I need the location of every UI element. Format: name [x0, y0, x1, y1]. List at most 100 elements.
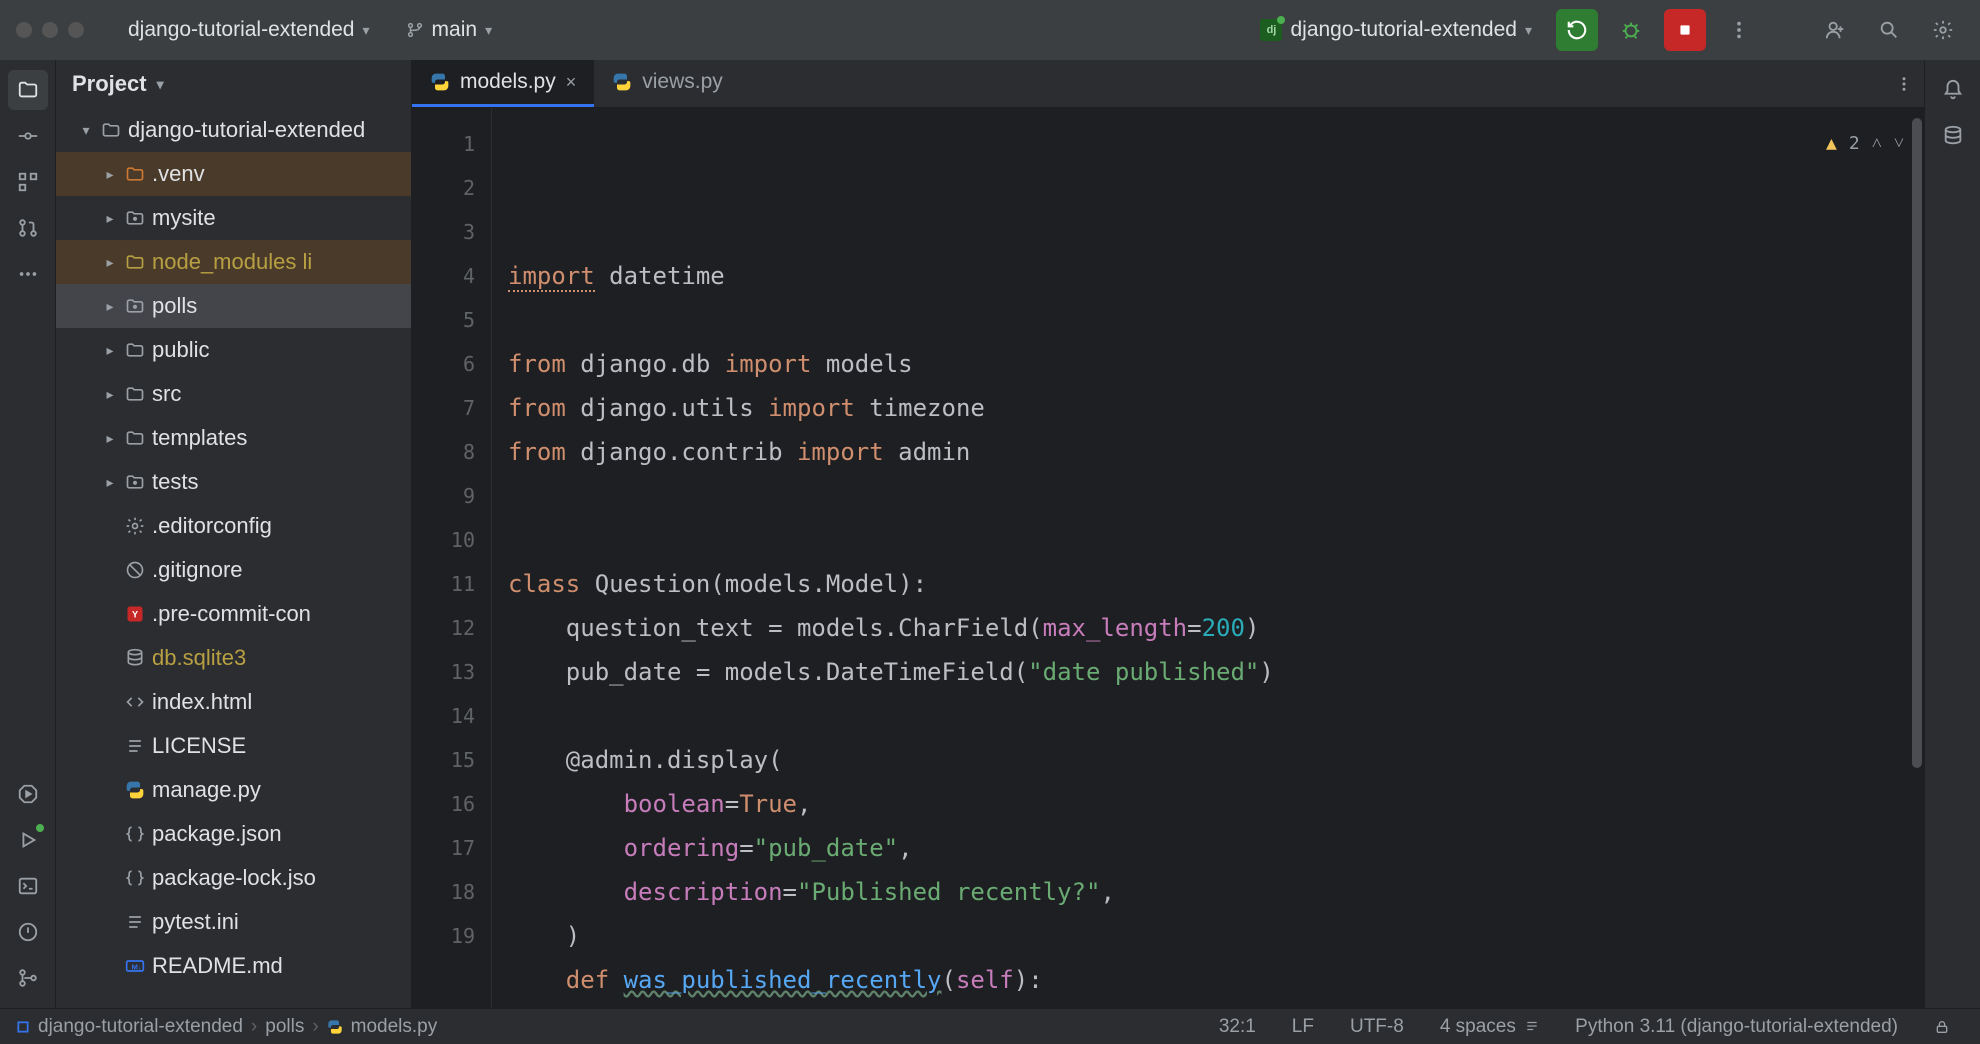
maximize-window-icon[interactable]: [68, 22, 84, 38]
editor-tab[interactable]: models.py×: [412, 60, 594, 107]
python-interpreter[interactable]: Python 3.11 (django-tutorial-extended): [1561, 1016, 1912, 1038]
tree-item[interactable]: ▸src: [56, 372, 411, 416]
tree-item[interactable]: ▸polls: [56, 284, 411, 328]
tree-item[interactable]: pytest.ini: [56, 900, 411, 944]
tree-item[interactable]: ▾django-tutorial-extended: [56, 108, 411, 152]
read-only-toggle[interactable]: [1920, 1019, 1964, 1035]
run-tool-button[interactable]: [8, 820, 48, 860]
project-tool-button[interactable]: [8, 70, 48, 110]
gutter[interactable]: 12345678910111213141516171819: [412, 108, 492, 1008]
code-line[interactable]: question_text = models.CharField(max_len…: [508, 606, 1924, 650]
tree-item[interactable]: package.json: [56, 812, 411, 856]
tree-item[interactable]: ▸mysite: [56, 196, 411, 240]
code-line[interactable]: def was_published_recently(self):: [508, 958, 1924, 1002]
code-line[interactable]: import datetime: [508, 254, 1924, 298]
chevron-down-icon[interactable]: ˅: [1894, 122, 1904, 166]
line-number[interactable]: 16: [412, 782, 491, 826]
line-number[interactable]: 13: [412, 650, 491, 694]
code-area[interactable]: ▲ 2 ˄ ˅ import datetimefrom django.db im…: [492, 108, 1924, 1008]
minimize-window-icon[interactable]: [42, 22, 58, 38]
code-line[interactable]: ordering="pub_date",: [508, 826, 1924, 870]
tree-item[interactable]: ▸node_modules li: [56, 240, 411, 284]
line-separator[interactable]: LF: [1278, 1016, 1328, 1038]
chevron-right-icon[interactable]: ▸: [102, 166, 118, 183]
scrollbar[interactable]: [1910, 108, 1924, 928]
code-line[interactable]: class Question(models.Model):: [508, 562, 1924, 606]
chevron-down-icon[interactable]: ▾: [78, 122, 94, 139]
code-line[interactable]: pub_date = models.DateTimeField("date pu…: [508, 650, 1924, 694]
chevron-right-icon[interactable]: ▸: [102, 254, 118, 271]
tree-item[interactable]: db.sqlite3: [56, 636, 411, 680]
breadcrumb-folder[interactable]: polls: [265, 1016, 304, 1038]
more-actions-button[interactable]: [1718, 9, 1760, 51]
tree-item[interactable]: Y.pre-commit-con: [56, 592, 411, 636]
code-line[interactable]: [508, 694, 1924, 738]
tree-item[interactable]: ▸templates: [56, 416, 411, 460]
line-number[interactable]: 7: [412, 386, 491, 430]
code-with-me-button[interactable]: [1814, 9, 1856, 51]
code-line[interactable]: now = timezone.now(): [508, 1002, 1924, 1008]
line-number[interactable]: 12: [412, 606, 491, 650]
caret-position[interactable]: 32:1: [1205, 1016, 1270, 1038]
editor-body[interactable]: 12345678910111213141516171819 ▲ 2 ˄ ˅ im…: [412, 108, 1924, 1008]
line-number[interactable]: 8: [412, 430, 491, 474]
code-line[interactable]: [508, 518, 1924, 562]
editor-tab[interactable]: views.py: [594, 60, 741, 107]
tree-item[interactable]: manage.py: [56, 768, 411, 812]
tree-item[interactable]: package-lock.jso: [56, 856, 411, 900]
indent-settings[interactable]: 4 spaces: [1426, 1016, 1553, 1038]
chevron-up-icon[interactable]: ˄: [1872, 122, 1882, 166]
database-button[interactable]: [1933, 116, 1973, 156]
tree-item[interactable]: ▸.venv: [56, 152, 411, 196]
line-number[interactable]: 11: [412, 562, 491, 606]
chevron-right-icon[interactable]: ▸: [102, 474, 118, 491]
code-line[interactable]: [508, 474, 1924, 518]
code-line[interactable]: ): [508, 914, 1924, 958]
line-number[interactable]: 6: [412, 342, 491, 386]
project-tree[interactable]: ▾django-tutorial-extended▸.venv▸mysite▸n…: [56, 108, 411, 1008]
breadcrumb-root[interactable]: django-tutorial-extended: [16, 1016, 243, 1038]
inspection-widget[interactable]: ▲ 2 ˄ ˅: [1826, 122, 1904, 166]
project-selector[interactable]: django-tutorial-extended ▾: [116, 12, 382, 48]
tree-item[interactable]: .editorconfig: [56, 504, 411, 548]
code-line[interactable]: from django.contrib import admin: [508, 430, 1924, 474]
line-number[interactable]: 5: [412, 298, 491, 342]
chevron-right-icon[interactable]: ▸: [102, 430, 118, 447]
debug-button[interactable]: [1610, 9, 1652, 51]
settings-button[interactable]: [1922, 9, 1964, 51]
line-number[interactable]: 18: [412, 870, 491, 914]
breadcrumb-file[interactable]: models.py: [327, 1016, 438, 1038]
tree-item[interactable]: M↓README.md: [56, 944, 411, 988]
line-number[interactable]: 2: [412, 166, 491, 210]
tree-item[interactable]: ▸tests: [56, 460, 411, 504]
commit-tool-button[interactable]: [8, 116, 48, 156]
notifications-button[interactable]: [1933, 70, 1973, 110]
line-number[interactable]: 10: [412, 518, 491, 562]
chevron-right-icon[interactable]: ▸: [102, 210, 118, 227]
tree-item[interactable]: .gitignore: [56, 548, 411, 592]
chevron-right-icon[interactable]: ▸: [102, 386, 118, 403]
tree-item[interactable]: ▸public: [56, 328, 411, 372]
problems-tool-button[interactable]: [8, 912, 48, 952]
code-line[interactable]: description="Published recently?",: [508, 870, 1924, 914]
structure-tool-button[interactable]: [8, 162, 48, 202]
more-tools-button[interactable]: [8, 254, 48, 294]
chevron-right-icon[interactable]: ▸: [102, 298, 118, 315]
line-number[interactable]: 4: [412, 254, 491, 298]
line-number[interactable]: 17: [412, 826, 491, 870]
search-everywhere-button[interactable]: [1868, 9, 1910, 51]
close-window-icon[interactable]: [16, 22, 32, 38]
run-config-selector[interactable]: dj django-tutorial-extended ▾: [1248, 12, 1544, 48]
code-line[interactable]: [508, 298, 1924, 342]
line-number[interactable]: 9: [412, 474, 491, 518]
vcs-tool-button[interactable]: [8, 958, 48, 998]
services-tool-button[interactable]: [8, 774, 48, 814]
tree-item[interactable]: index.html: [56, 680, 411, 724]
run-button[interactable]: [1556, 9, 1598, 51]
line-number[interactable]: 19: [412, 914, 491, 958]
close-icon[interactable]: ×: [566, 72, 577, 93]
line-number[interactable]: 14: [412, 694, 491, 738]
tree-item[interactable]: LICENSE: [56, 724, 411, 768]
vcs-branch-selector[interactable]: main ▾: [394, 12, 505, 48]
scrollbar-thumb[interactable]: [1912, 118, 1922, 768]
